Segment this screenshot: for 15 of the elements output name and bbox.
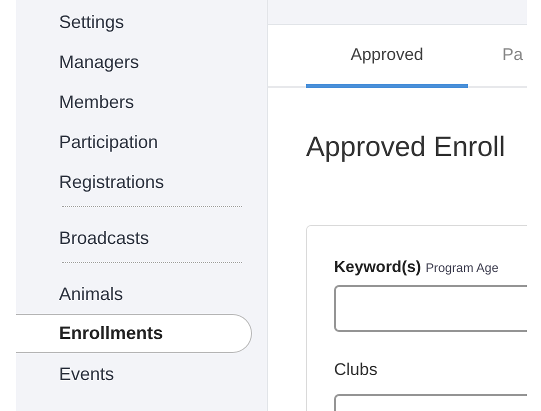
sidebar-item[interactable]: Settings	[16, 9, 252, 49]
field-label: Clubs	[334, 360, 378, 380]
sidebar-item[interactable]: Broadcasts	[16, 225, 252, 265]
field-hint: Program Age	[426, 261, 499, 275]
sidebar-item[interactable]: Events	[16, 361, 252, 401]
page-heading: Approved Enroll	[306, 131, 506, 163]
sidebar-item[interactable]: Participation	[16, 129, 252, 169]
keyword-input-field[interactable]	[334, 285, 527, 332]
sidebar-item[interactable]: Enrollments	[16, 314, 252, 353]
field-label: Keyword(s)	[334, 259, 422, 276]
sidebar-item[interactable]: Registrations	[16, 169, 252, 209]
tab[interactable]: Pa	[468, 45, 523, 88]
sidebar-item[interactable]: Managers	[16, 49, 252, 89]
tab[interactable]: Approved	[306, 45, 468, 88]
sidebar-item[interactable]: Members	[16, 89, 252, 129]
